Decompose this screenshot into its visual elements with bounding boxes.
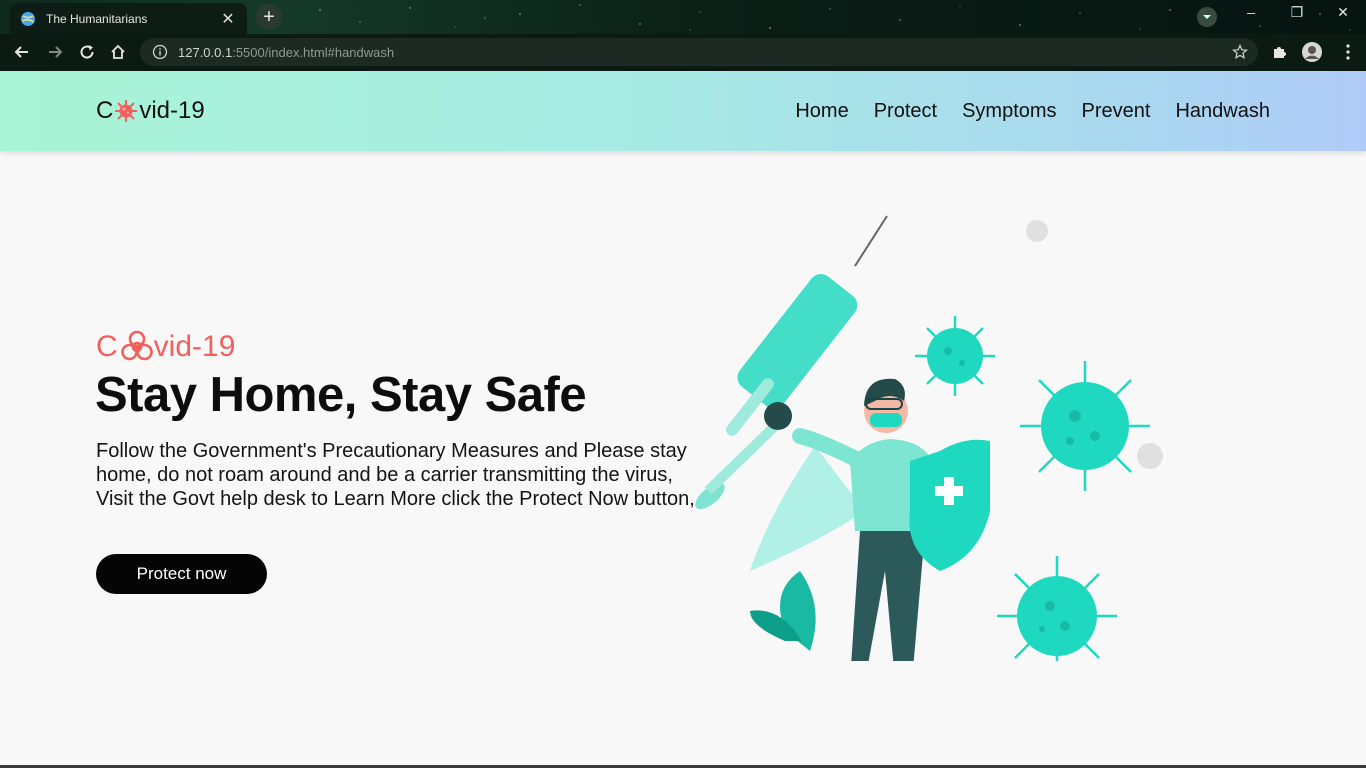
browser-toolbar: 127.0.0.1:5500/index.html#handwash — [0, 34, 1366, 71]
biohazard-icon — [120, 330, 153, 361]
tab-title: The Humanitarians — [46, 11, 148, 26]
url-text: 127.0.0.1:5500/index.html#handwash — [178, 45, 394, 60]
nav-link-home[interactable]: Home — [795, 100, 848, 123]
nav-link-prevent[interactable]: Prevent — [1082, 100, 1151, 123]
url-host: 127.0.0.1 — [178, 44, 233, 60]
doctor-vaccine-illustration — [695, 215, 1163, 661]
shield-icon — [909, 439, 990, 571]
site-info-icon[interactable] — [152, 44, 168, 60]
browser-chrome: The Humanitarians ✕ + – ❐ ✕ 127.0.0.1:55… — [0, 0, 1366, 71]
hero-brand-end: vid-19 — [153, 330, 236, 363]
nav-link-handwash[interactable]: Handwash — [1175, 100, 1270, 123]
close-window-button[interactable]: ✕ — [1331, 4, 1355, 21]
forward-arrow-icon[interactable] — [44, 41, 66, 63]
extensions-puzzle-icon[interactable] — [1269, 41, 1291, 63]
new-tab-button[interactable]: + — [256, 4, 282, 30]
page-viewport: C vid-19 Home Protect Symptoms Prevent H… — [0, 71, 1366, 768]
main-nav: Home Protect Symptoms Prevent Handwash — [795, 100, 1270, 123]
logo-text-start: C — [96, 97, 114, 124]
hero-brand-start: C — [96, 330, 118, 363]
hero-description: Follow the Government's Precautionary Me… — [96, 440, 695, 510]
tab-strip: The Humanitarians ✕ + – ❐ ✕ — [0, 0, 1366, 34]
profile-avatar-icon[interactable] — [1301, 41, 1323, 63]
tab-close-icon[interactable]: ✕ — [219, 9, 237, 29]
minimize-button[interactable]: – — [1239, 4, 1263, 20]
home-icon[interactable] — [107, 41, 129, 63]
globe-favicon-icon — [21, 11, 35, 26]
download-icon[interactable] — [1197, 7, 1217, 27]
hero-brand: C vid-19 — [96, 330, 235, 364]
menu-kebab-icon[interactable] — [1337, 41, 1359, 63]
protect-now-button[interactable]: Protect now — [96, 554, 267, 594]
restore-button[interactable]: ❐ — [1285, 4, 1309, 21]
site-logo[interactable]: C vid-19 — [96, 97, 205, 125]
hero-title: Stay Home, Stay Safe — [95, 368, 587, 422]
url-path: :5500/index.html#handwash — [232, 44, 395, 60]
logo-text-end: vid-19 — [139, 97, 205, 124]
back-arrow-icon[interactable] — [11, 41, 33, 63]
nav-link-protect[interactable]: Protect — [874, 100, 937, 123]
tab-active[interactable]: The Humanitarians ✕ — [10, 3, 247, 34]
virus-icon — [115, 100, 138, 122]
nav-link-symptoms[interactable]: Symptoms — [962, 100, 1056, 123]
bookmark-star-icon[interactable] — [1232, 44, 1248, 60]
site-navbar: C vid-19 Home Protect Symptoms Prevent H… — [0, 71, 1366, 151]
reload-icon[interactable] — [76, 41, 98, 63]
address-bar[interactable]: 127.0.0.1:5500/index.html#handwash — [140, 38, 1258, 66]
plant-icon — [750, 571, 816, 651]
